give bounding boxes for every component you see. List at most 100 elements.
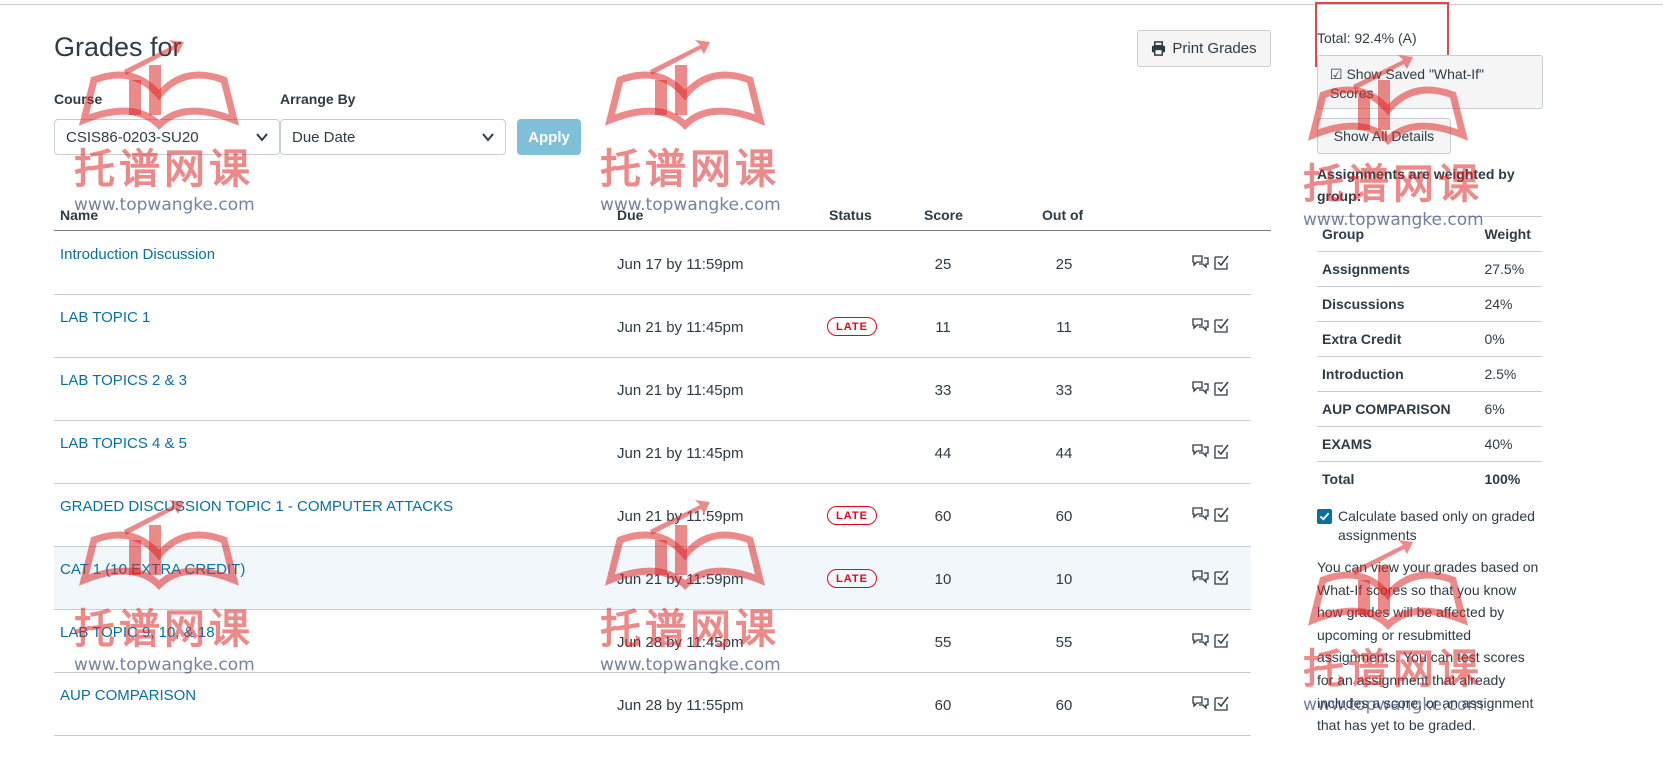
- rubric-icon[interactable]: [1213, 380, 1230, 397]
- comments-icon[interactable]: [1192, 317, 1209, 334]
- watermark-url: www.topwangke.com: [74, 195, 255, 215]
- watermark-text: 托谱网课: [600, 145, 780, 193]
- rubric-icon[interactable]: [1213, 695, 1230, 712]
- weight-value: 2.5%: [1479, 356, 1542, 392]
- score-value[interactable]: 11: [934, 319, 952, 336]
- column-header-status: Status: [829, 207, 872, 223]
- score-value[interactable]: 33: [934, 382, 952, 399]
- weight-value: 0%: [1479, 321, 1542, 357]
- score-value[interactable]: 44: [934, 445, 952, 462]
- rubric-icon[interactable]: [1213, 443, 1230, 460]
- rubric-icon[interactable]: [1213, 506, 1230, 523]
- score-value[interactable]: 60: [934, 697, 952, 714]
- weight-total-label: Total: [1317, 461, 1480, 497]
- show-saved-what-if-label: Show Saved "What-If" Scores: [1330, 66, 1485, 101]
- column-header-score[interactable]: Score: [924, 207, 963, 223]
- comments-icon[interactable]: [1192, 632, 1209, 649]
- out-of-value: 60: [1055, 697, 1073, 714]
- assignment-link[interactable]: LAB TOPICS 2 & 3: [60, 372, 187, 389]
- due-date: Jun 21 by 11:45pm: [617, 445, 744, 462]
- weight-row: Extra Credit 0%: [1317, 321, 1542, 357]
- due-date: Jun 28 by 11:55pm: [617, 697, 744, 714]
- calculate-graded-only-checkbox[interactable]: [1317, 509, 1332, 524]
- print-grades-label: Print Grades: [1172, 40, 1257, 57]
- comments-icon[interactable]: [1192, 569, 1209, 586]
- column-header-due[interactable]: Due: [617, 207, 643, 223]
- table-row: Introduction Discussion Jun 17 by 11:59pm…: [54, 232, 1251, 295]
- weight-group: EXAMS: [1317, 426, 1480, 462]
- calculate-graded-only-option[interactable]: Calculate based only on graded assignmen…: [1317, 507, 1547, 545]
- column-header-out-of: Out of: [1042, 207, 1084, 223]
- weight-row: Introduction 2.5%: [1317, 356, 1542, 392]
- course-select-value: CSIS86-0203-SU20: [66, 128, 199, 146]
- course-select[interactable]: CSIS86-0203-SU20: [54, 119, 280, 155]
- comments-icon[interactable]: [1192, 380, 1209, 397]
- weight-group: Extra Credit: [1317, 321, 1480, 357]
- column-header-name[interactable]: Name: [60, 207, 98, 223]
- show-all-details-button[interactable]: Show All Details: [1317, 118, 1451, 154]
- page-title: Grades for: [54, 32, 182, 62]
- table-row: LAB TOPICS 4 & 5 Jun 21 by 11:45pm 44 44: [54, 421, 1251, 484]
- weight-row: AUP COMPARISON 6%: [1317, 391, 1542, 427]
- checkmark-icon: [1319, 512, 1330, 521]
- comments-icon[interactable]: [1192, 695, 1209, 712]
- weight-value: 6%: [1479, 391, 1542, 427]
- assignment-link[interactable]: CAT 1 (10 EXTRA CREDIT): [60, 561, 245, 578]
- out-of-value: 55: [1055, 634, 1073, 651]
- calculate-graded-only-label: Calculate based only on graded assignmen…: [1338, 508, 1535, 543]
- weight-group: AUP COMPARISON: [1317, 391, 1480, 427]
- weights-header-group: Group: [1317, 216, 1480, 252]
- table-header-divider: [54, 230, 1271, 231]
- what-if-icon: ☑: [1330, 66, 1343, 82]
- weight-row: Assignments 27.5%: [1317, 251, 1542, 287]
- show-saved-what-if-button[interactable]: ☑ Show Saved "What-If" Scores: [1317, 55, 1543, 109]
- table-row: GRADED DISCUSSION TOPIC 1 - COMPUTER ATT…: [54, 484, 1251, 547]
- arrange-by-select[interactable]: Due Date: [280, 119, 506, 155]
- comments-icon[interactable]: [1192, 443, 1209, 460]
- score-value[interactable]: 10: [934, 571, 952, 588]
- rubric-icon[interactable]: [1213, 632, 1230, 649]
- assignment-link[interactable]: AUP COMPARISON: [60, 687, 196, 704]
- due-date: Jun 21 by 11:59pm: [617, 508, 744, 525]
- weight-group: Discussions: [1317, 286, 1480, 322]
- printer-icon: [1152, 41, 1166, 56]
- score-value[interactable]: 55: [934, 634, 952, 651]
- watermark: 托谱网课 www.topwangke.com: [600, 40, 781, 215]
- assignment-link[interactable]: LAB TOPICS 4 & 5: [60, 435, 187, 452]
- table-row: CAT 1 (10 EXTRA CREDIT) Jun 21 by 11:59pm…: [54, 547, 1251, 610]
- assignment-link[interactable]: LAB TOPIC 9, 10, & 18: [60, 624, 215, 641]
- chevron-down-icon: [482, 133, 494, 142]
- weight-row: Discussions 24%: [1317, 286, 1542, 322]
- what-if-help-text: You can view your grades based on What-I…: [1317, 559, 1539, 734]
- apply-button[interactable]: Apply: [517, 119, 581, 155]
- comments-icon[interactable]: [1192, 506, 1209, 523]
- late-badge: LATE: [827, 317, 877, 336]
- arrange-by-select-value: Due Date: [292, 128, 356, 146]
- rubric-icon[interactable]: [1213, 254, 1230, 271]
- due-date: Jun 21 by 11:45pm: [617, 382, 744, 399]
- comments-icon[interactable]: [1192, 254, 1209, 271]
- score-value[interactable]: 25: [934, 256, 952, 273]
- weight-total-value: 100%: [1479, 461, 1542, 497]
- total-grade: Total: 92.4% (A): [1317, 30, 1417, 46]
- weight-value: 24%: [1479, 286, 1542, 322]
- print-grades-button[interactable]: Print Grades: [1137, 30, 1271, 67]
- weight-group: Introduction: [1317, 356, 1480, 392]
- out-of-value: 44: [1055, 445, 1073, 462]
- out-of-value: 33: [1055, 382, 1073, 399]
- assignment-link[interactable]: Introduction Discussion: [60, 246, 215, 263]
- late-badge: LATE: [827, 569, 877, 588]
- assignment-link[interactable]: GRADED DISCUSSION TOPIC 1 - COMPUTER ATT…: [60, 498, 453, 515]
- weight-value: 40%: [1479, 426, 1542, 462]
- score-value[interactable]: 60: [934, 508, 952, 525]
- table-row: LAB TOPIC 9, 10, & 18 Jun 28 by 11:45pm 55…: [54, 610, 1251, 673]
- due-date: Jun 21 by 11:45pm: [617, 319, 744, 336]
- table-row: LAB TOPIC 1 Jun 21 by 11:45pm LATE 11 11: [54, 295, 1251, 358]
- out-of-value: 11: [1056, 319, 1072, 336]
- rubric-icon[interactable]: [1213, 569, 1230, 586]
- late-badge: LATE: [827, 506, 877, 525]
- out-of-value: 60: [1055, 508, 1073, 525]
- weights-header-weight: Weight: [1479, 216, 1542, 252]
- rubric-icon[interactable]: [1213, 317, 1230, 334]
- assignment-link[interactable]: LAB TOPIC 1: [60, 309, 150, 326]
